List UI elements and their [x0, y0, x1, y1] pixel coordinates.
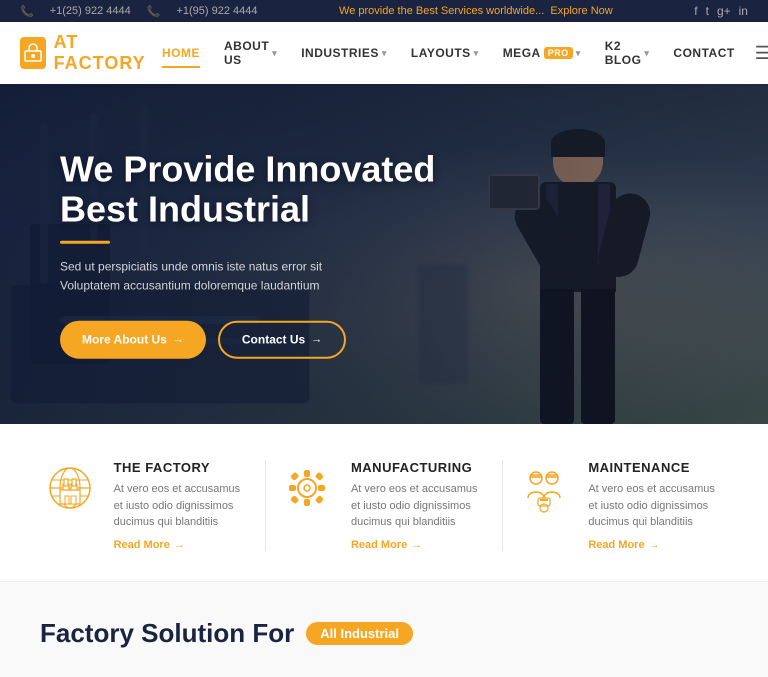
service-maintenance-title: MAINTENANCE: [588, 460, 726, 475]
service-factory-title: THE FACTORY: [114, 460, 252, 475]
nav-industries[interactable]: INDUSTRIES ▾: [291, 40, 397, 66]
social-googleplus[interactable]: g+: [717, 4, 731, 18]
service-factory-content: THE FACTORY At vero eos et accusamus et …: [114, 460, 252, 551]
phone1: +1(25) 922 4444: [50, 5, 131, 17]
service-divider-1: [265, 460, 266, 551]
arrow-right-icon: →: [311, 333, 322, 345]
hero-buttons: More About Us → Contact Us →: [60, 320, 435, 358]
hero-section: We Provide Innovated Best Industrial Sed…: [0, 84, 768, 424]
hero-title: We Provide Innovated Best Industrial: [60, 150, 435, 229]
mega-badge: PRO: [544, 47, 573, 59]
main-nav: HOME ABOUT US ▾ INDUSTRIES ▾ LAYOUTS ▾ M…: [152, 33, 768, 73]
hero-more-about-btn[interactable]: More About Us →: [60, 320, 206, 358]
social-links: f t g+ in: [694, 4, 748, 18]
chevron-down-icon: ▾: [474, 48, 479, 59]
phone2: +1(95) 922 4444: [176, 5, 257, 17]
service-manufacturing-title: MANUFACTURING: [351, 460, 489, 475]
service-manufacturing-desc: At vero eos et accusamus et iusto odio d…: [351, 481, 489, 531]
arrow-icon: →: [411, 539, 422, 551]
chevron-down-icon: ▾: [644, 48, 649, 59]
service-factory-desc: At vero eos et accusamus et iusto odio d…: [114, 481, 252, 531]
arrow-icon: →: [174, 539, 185, 551]
service-manufacturing: MANUFACTURING At vero eos et accusamus e…: [279, 460, 489, 551]
nav-mega[interactable]: MEGA PRO ▾: [493, 40, 591, 66]
factory-icon: [42, 460, 98, 516]
nav-about[interactable]: ABOUT US ▾: [214, 33, 287, 73]
hamburger-menu[interactable]: ☰: [749, 43, 768, 64]
service-manufacturing-content: MANUFACTURING At vero eos et accusamus e…: [351, 460, 489, 551]
site-logo[interactable]: AT FACTORY: [20, 32, 152, 74]
hero-content: We Provide Innovated Best Industrial Sed…: [60, 150, 435, 359]
factory-solution-section: Factory Solution For All Industrial: [0, 582, 768, 677]
logo-icon: [20, 37, 46, 69]
nav-home[interactable]: HOME: [152, 40, 210, 66]
site-header: AT FACTORY HOME ABOUT US ▾ INDUSTRIES ▾ …: [0, 22, 768, 84]
nav-contact[interactable]: CONTACT: [663, 40, 744, 66]
nav-layouts[interactable]: LAYOUTS ▾: [401, 40, 489, 66]
factory-solution-header: Factory Solution For All Industrial: [40, 618, 728, 649]
top-bar-promo: We provide the Best Services worldwide..…: [339, 5, 613, 17]
arrow-right-icon: →: [173, 333, 184, 345]
hero-divider: [60, 241, 110, 244]
service-manufacturing-readmore[interactable]: Read More →: [351, 539, 489, 551]
service-maintenance-readmore[interactable]: Read More →: [588, 539, 726, 551]
chevron-down-icon: ▾: [382, 48, 387, 59]
hero-description: Sed ut perspiciatis unde omnis iste natu…: [60, 258, 380, 296]
social-linkedin[interactable]: in: [739, 4, 748, 18]
social-twitter[interactable]: t: [706, 4, 709, 18]
nav-blog[interactable]: K2 BLOG ▾: [595, 33, 660, 73]
service-divider-2: [502, 460, 503, 551]
factory-solution-prefix: Factory Solution For: [40, 618, 294, 649]
factory-solution-badge: All Industrial: [306, 622, 413, 645]
manufacturing-icon: [279, 460, 335, 516]
chevron-down-icon: ▾: [272, 48, 277, 59]
services-section: THE FACTORY At vero eos et accusamus et …: [0, 424, 768, 582]
arrow-icon: →: [649, 539, 660, 551]
explore-link[interactable]: Explore Now: [550, 5, 612, 17]
phone-icon2: 📞: [147, 5, 161, 18]
service-maintenance: MAINTENANCE At vero eos et accusamus et …: [516, 460, 726, 551]
service-factory-readmore[interactable]: Read More →: [114, 539, 252, 551]
service-factory: THE FACTORY At vero eos et accusamus et …: [42, 460, 252, 551]
hero-contact-btn[interactable]: Contact Us →: [218, 320, 346, 358]
maintenance-icon: [516, 460, 572, 516]
phone-icon: 📞: [20, 5, 34, 18]
service-maintenance-content: MAINTENANCE At vero eos et accusamus et …: [588, 460, 726, 551]
social-facebook[interactable]: f: [694, 4, 697, 18]
logo-text: AT FACTORY: [54, 32, 152, 74]
service-maintenance-desc: At vero eos et accusamus et iusto odio d…: [588, 481, 726, 531]
chevron-down-icon: ▾: [576, 48, 581, 59]
top-bar: 📞 +1(25) 922 4444 📞 +1(95) 922 4444 We p…: [0, 0, 768, 22]
top-bar-contacts: 📞 +1(25) 922 4444 📞 +1(95) 922 4444: [20, 5, 258, 18]
